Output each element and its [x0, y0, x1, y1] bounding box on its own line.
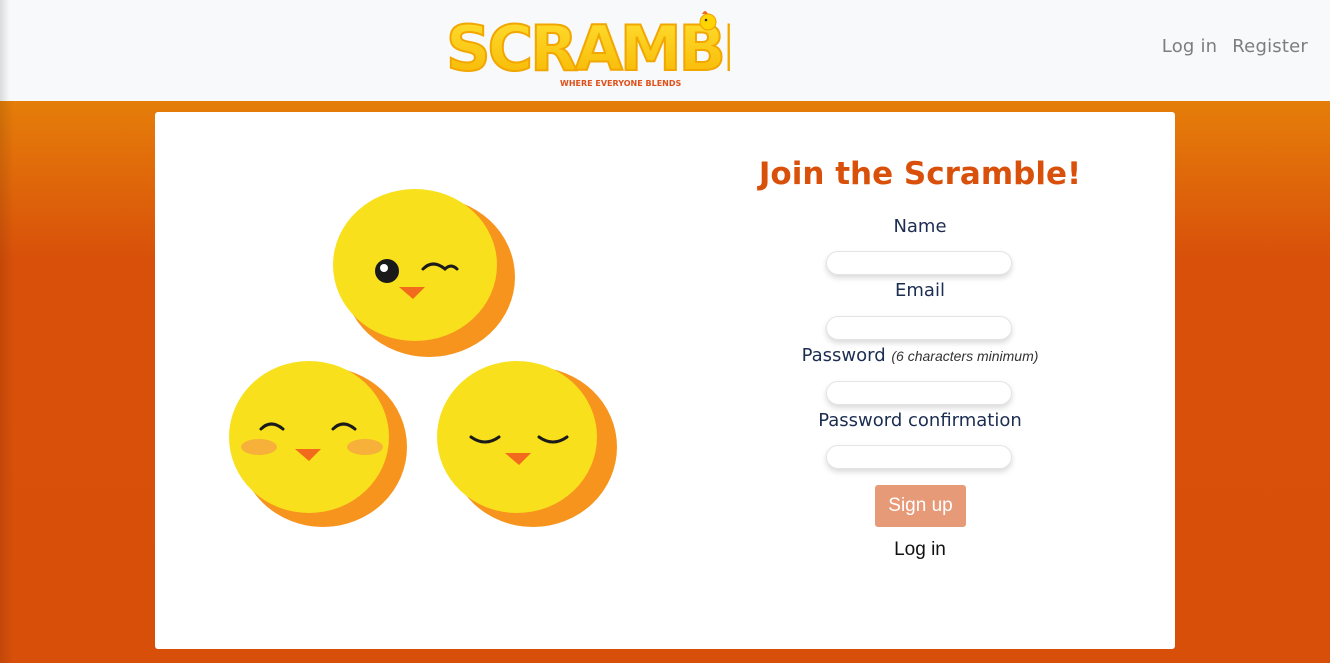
email-input[interactable] — [826, 316, 1012, 340]
nav-login-link[interactable]: Log in — [1162, 36, 1217, 57]
navbar: SCRAMBLE WHERE EVERYONE BLENDS Log in Re… — [0, 0, 1330, 101]
chick-bottom-left — [229, 361, 407, 527]
password-hint: (6 characters minimum) — [891, 348, 1039, 364]
password-confirmation-label: Password confirmation — [818, 410, 1022, 431]
scramble-logo[interactable]: SCRAMBLE WHERE EVERYONE BLENDS — [440, 6, 730, 94]
page-edge-shadow — [0, 101, 14, 663]
name-label: Name — [893, 216, 947, 237]
password-confirmation-input[interactable] — [826, 445, 1012, 469]
chick-top — [333, 189, 515, 357]
signup-card: Join the Scramble! Name Email Password (… — [155, 112, 1175, 649]
nav-register-link[interactable]: Register — [1232, 36, 1308, 57]
chick-bottom-right — [437, 361, 617, 527]
sign-up-button[interactable]: Sign up — [875, 485, 966, 527]
svg-text:WHERE EVERYONE BLENDS: WHERE EVERYONE BLENDS — [560, 79, 681, 88]
chicks-illustration — [229, 189, 617, 527]
name-input[interactable] — [826, 251, 1012, 275]
svg-text:SCRAMBLE: SCRAMBLE — [446, 12, 730, 85]
password-label: Password — [801, 345, 886, 366]
password-input[interactable] — [826, 381, 1012, 405]
password-label-row: Password (6 characters minimum) — [715, 345, 1125, 366]
login-link[interactable]: Log in — [715, 539, 1125, 561]
email-label: Email — [895, 280, 945, 301]
form-title: Join the Scramble! — [758, 156, 1082, 192]
